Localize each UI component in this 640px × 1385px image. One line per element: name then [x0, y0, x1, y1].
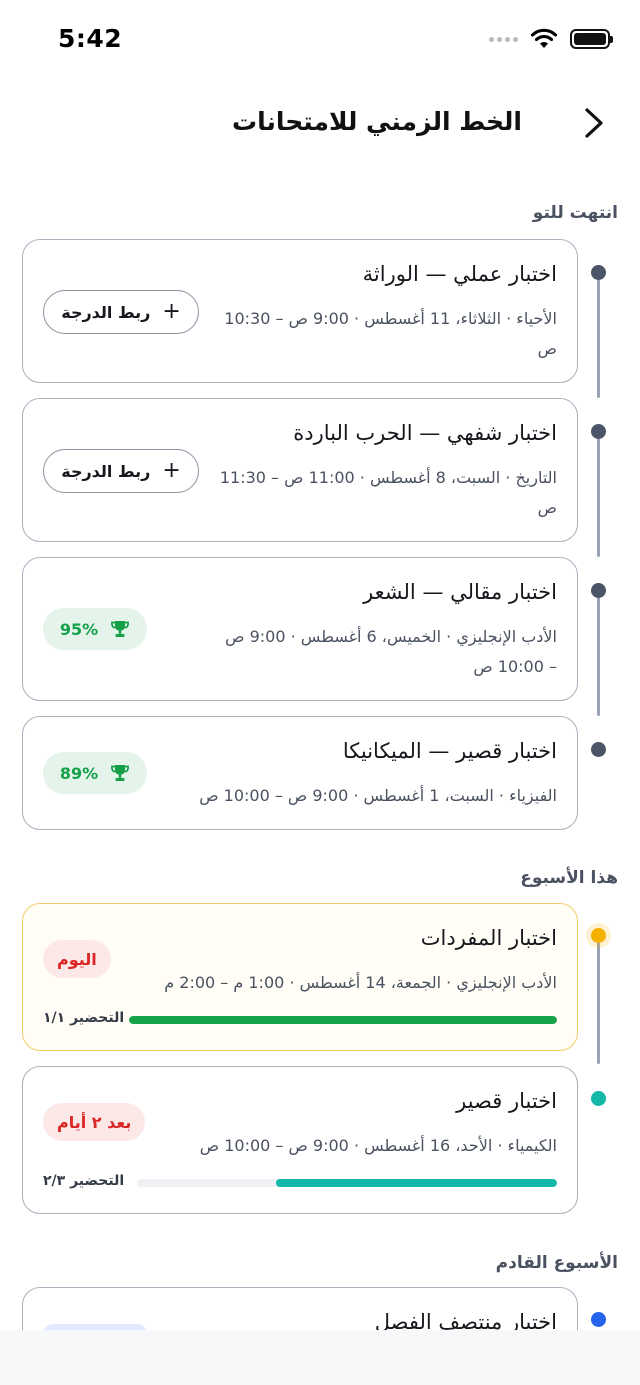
exam-meta: التاريخ · السبت، 8 أغسطس · 11:00 ص – 11:… [219, 468, 557, 517]
cellular-signal-icon [489, 36, 518, 42]
battery-icon [570, 29, 613, 49]
status-icons [489, 28, 613, 50]
exam-meta: الأحياء · الثلاثاء، 11 أغسطس · 9:00 ص – … [224, 309, 557, 358]
timeline-dot [591, 583, 606, 598]
status-bar: 5:42 [0, 0, 640, 80]
header: الخط الزمني للامتحانات [0, 95, 640, 155]
due-badge: اليوم [43, 940, 111, 978]
exam-card[interactable]: اختبار قصير — الميكانيكا الفيزياء · السب… [22, 716, 578, 830]
timeline-dot [591, 742, 606, 757]
status-time: 5:42 [58, 24, 123, 53]
exam-meta: الأدب الإنجليزي · الخميس، 6 أغسطس · 9:00… [225, 627, 557, 676]
score-badge: 89% [43, 752, 147, 794]
exam-title: اختبار شفهي — الحرب الباردة [293, 421, 557, 445]
wifi-icon [530, 28, 558, 48]
score-badge: 95% [43, 608, 147, 650]
section-label-this-week: هذا الأسبوع [520, 868, 618, 888]
exam-meta: الأدب الإنجليزي · الجمعة، 14 أغسطس · 1:0… [164, 973, 557, 992]
prep-label: التحضير ٢/٣ [43, 1173, 125, 1189]
exam-title: اختبار قصير — الميكانيكا [342, 739, 557, 763]
timeline-line [597, 942, 600, 1064]
exam-meta: الكيمياء · الأحد، 16 أغسطس · 9:00 ص – 10… [199, 1136, 557, 1155]
link-grade-label: ربط الدرجة [61, 302, 151, 322]
exam-meta: الفيزياء · السبت، 1 أغسطس · 9:00 ص – 10:… [199, 786, 557, 805]
timeline-dot [591, 1091, 606, 1106]
bottom-fade [0, 1330, 640, 1385]
trophy-icon [111, 765, 130, 781]
exam-card[interactable]: اختبار شفهي — الحرب الباردة التاريخ · ال… [22, 398, 578, 542]
exam-title: اختبار المفردات [420, 926, 557, 950]
section-label-next-week: الأسبوع القادم [495, 1253, 618, 1273]
exam-card-today[interactable]: اختبار المفردات الأدب الإنجليزي · الجمعة… [22, 903, 578, 1051]
exam-card[interactable]: اختبار عملي — الوراثة الأحياء · الثلاثاء… [22, 239, 578, 383]
prep-label: التحضير ١/١ [43, 1010, 125, 1026]
page-title: الخط الزمني للامتحانات [232, 107, 522, 136]
due-badge: بعد ٢ أيام [43, 1103, 146, 1141]
plus-icon: + [162, 299, 181, 324]
exam-title: اختبار عملي — الوراثة [362, 262, 557, 286]
plus-icon: + [162, 458, 181, 483]
link-grade-button[interactable]: + ربط الدرجة [43, 290, 199, 334]
exam-card[interactable]: اختبار مقالي — الشعر الأدب الإنجليزي · ا… [22, 557, 578, 701]
prep-progress-fill [129, 1016, 557, 1024]
link-grade-label: ربط الدرجة [61, 461, 151, 481]
score-value: 95% [59, 619, 99, 639]
exam-card[interactable]: اختبار قصير الكيمياء · الأحد، 16 أغسطس ·… [22, 1066, 578, 1214]
chevron-right-icon [585, 108, 603, 138]
exam-title: اختبار مقالي — الشعر [363, 580, 557, 604]
timeline-line [597, 272, 600, 398]
timeline-dot [591, 265, 606, 280]
prep-progress-fill [275, 1179, 557, 1187]
section-label-just-ended: انتهت للتو [532, 203, 618, 223]
timeline-line [597, 431, 600, 557]
trophy-icon [111, 621, 130, 637]
exam-title: اختبار قصير [456, 1089, 557, 1113]
timeline-dot [591, 1312, 606, 1327]
timeline-dot [591, 424, 606, 439]
timeline-dot-today [591, 928, 606, 943]
link-grade-button[interactable]: + ربط الدرجة [43, 449, 199, 493]
prep-progress-bar [129, 1016, 557, 1024]
prep-progress-bar [137, 1179, 557, 1187]
back-button[interactable] [576, 105, 612, 141]
timeline-line [597, 590, 600, 716]
score-value: 89% [59, 763, 99, 783]
